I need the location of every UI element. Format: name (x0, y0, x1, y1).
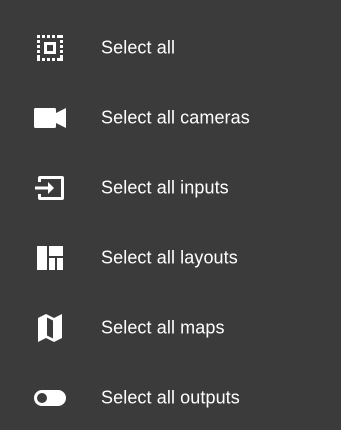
map-icon (33, 311, 67, 345)
camera-icon (33, 101, 67, 135)
toggle-icon (33, 381, 67, 415)
layout-icon (33, 241, 67, 275)
menu-item-label: Select all inputs (101, 177, 229, 198)
menu-item-select-all-maps[interactable]: Select all maps (0, 293, 341, 363)
select-all-icon (33, 31, 67, 65)
menu-item-select-all-inputs[interactable]: Select all inputs (0, 153, 341, 223)
menu-item-label: Select all cameras (101, 107, 250, 128)
menu-item-label: Select all outputs (101, 387, 240, 408)
input-icon (33, 171, 67, 205)
menu-item-select-all[interactable]: Select all (0, 13, 341, 83)
context-menu: Select all Select all cameras Select all… (0, 0, 341, 430)
menu-item-label: Select all layouts (101, 247, 238, 268)
menu-item-label: Select all maps (101, 317, 225, 338)
menu-item-label: Select all (101, 37, 176, 58)
menu-item-select-all-cameras[interactable]: Select all cameras (0, 83, 341, 153)
menu-item-select-all-layouts[interactable]: Select all layouts (0, 223, 341, 293)
menu-item-select-all-outputs[interactable]: Select all outputs (0, 363, 341, 433)
